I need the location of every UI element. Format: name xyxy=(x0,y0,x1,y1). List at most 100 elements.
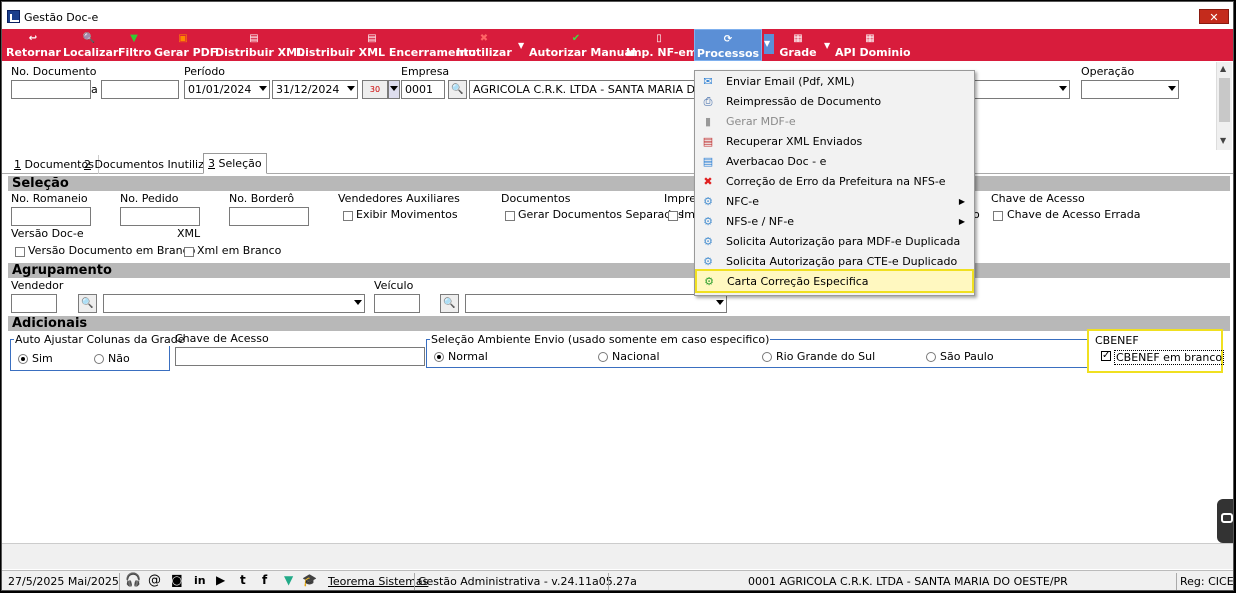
no-bordero-input[interactable] xyxy=(229,207,309,226)
headset-icon[interactable]: 🎧 xyxy=(125,573,141,588)
inutilizar-button[interactable]: ✖ Inutilizar xyxy=(454,29,514,61)
calendar-icon[interactable]: 30 xyxy=(362,80,388,99)
menu-item-averbacao[interactable]: ▤ Averbacao Doc - e xyxy=(696,152,973,172)
localizar-button[interactable]: 🔍 Localizar xyxy=(63,29,118,61)
side-panel-toggle[interactable] xyxy=(1217,499,1233,543)
logo-icon: ▼ xyxy=(284,573,294,587)
no-documento-start-input[interactable] xyxy=(11,80,91,99)
processos-dropdown-icon[interactable]: ▼ xyxy=(764,34,774,54)
xml-branco-checkbox[interactable] xyxy=(184,247,194,257)
search-icon[interactable]: 🔍 xyxy=(78,294,97,313)
vendedor-select[interactable] xyxy=(103,294,365,313)
impre-checkbox[interactable] xyxy=(668,211,678,221)
filter-panel: No. Documento a Período 01/01/2024 31/12… xyxy=(2,62,1218,150)
search-icon[interactable]: 🔍 xyxy=(448,80,467,99)
no-romaneio-label: No. Romaneio xyxy=(11,192,88,205)
xml-icon: ▤ xyxy=(367,33,377,44)
graduation-icon[interactable]: 🎓 xyxy=(302,573,317,587)
veiculo-label: Veículo xyxy=(374,279,414,292)
empresa-code-input[interactable]: 0001 xyxy=(401,80,445,99)
tab-selecao[interactable]: 3 Seleção xyxy=(203,153,267,174)
imp-nf-em-button[interactable]: ▯ Imp. NF-em xyxy=(626,29,697,61)
no-documento-end-input[interactable] xyxy=(101,80,179,99)
chave-acesso-input[interactable] xyxy=(175,347,425,366)
status-reg: Reg: CICERO xyxy=(1180,575,1234,588)
gear-icon: ⚙ xyxy=(704,275,714,288)
close-button[interactable]: ✕ xyxy=(1199,9,1229,24)
menu-item-correcao-erro[interactable]: ✖ Correção de Erro da Prefeitura na NFS-e xyxy=(696,172,973,192)
gerar-pdf-button[interactable]: ▣ Gerar PDF xyxy=(154,29,217,61)
ambiente-normal-radio[interactable] xyxy=(434,352,444,362)
exibir-movimentos-checkbox[interactable] xyxy=(343,211,353,221)
operacao-label: Operação xyxy=(1081,65,1135,78)
filtro-button[interactable]: ▼ Filtro xyxy=(118,29,151,61)
vendedor-code-input[interactable] xyxy=(11,294,57,313)
instagram-icon[interactable]: ◙ xyxy=(171,573,183,587)
autorizar-manual-button[interactable]: ✔ Autorizar Manual xyxy=(529,29,636,61)
grade-dropdown-icon[interactable]: ▼ xyxy=(824,41,830,50)
range-separator: a xyxy=(91,83,98,96)
auto-sim-radio[interactable] xyxy=(18,354,28,364)
periodo-start-input[interactable]: 01/01/2024 xyxy=(184,80,270,99)
chave-errada-label: Chave de Acesso Errada xyxy=(1007,208,1141,221)
menu-item-nfce[interactable]: ⚙ NFC-e ▶ xyxy=(696,192,973,212)
menu-item-nfse-nfe[interactable]: ⚙ NFS-e / NF-e ▶ xyxy=(696,212,973,232)
app-icon xyxy=(7,10,20,23)
distribuir-xml-button[interactable]: ▤ Distribuir XML xyxy=(215,29,304,61)
email-icon[interactable]: @ xyxy=(148,573,161,588)
menu-item-gerar-mdfe[interactable]: ▮ Gerar MDF-e xyxy=(696,112,973,132)
youtube-icon[interactable]: ▶ xyxy=(216,573,225,587)
periodo-end-input[interactable]: 31/12/2024 xyxy=(272,80,358,99)
ambiente-nacional-radio[interactable] xyxy=(598,352,608,362)
cbenef-highlight: CBENEF ✓ CBENEF em branco xyxy=(1087,329,1225,373)
status-empresa: 0001 AGRICOLA C.R.K. LTDA - SANTA MARIA … xyxy=(748,575,1068,588)
operacao-select[interactable] xyxy=(1081,80,1179,99)
menu-item-carta-correcao[interactable]: ⚙ Carta Correção Especifica xyxy=(695,269,974,293)
email-icon: ✉ xyxy=(703,75,713,88)
vendedor-label: Vendedor xyxy=(11,279,64,292)
cbenef-checkbox[interactable]: ✓ xyxy=(1101,351,1111,361)
twitter-icon[interactable]: t xyxy=(240,573,246,587)
filter-select[interactable] xyxy=(974,80,1070,99)
menu-item-recuperar-xml[interactable]: ▤ Recuperar XML Enviados xyxy=(696,132,973,152)
window-title: Gestão Doc-e xyxy=(24,11,99,24)
impre-option-label: Im xyxy=(681,208,695,221)
document-icon: ▮ xyxy=(704,115,712,128)
filter-scrollbar[interactable]: ▲ ▼ xyxy=(1216,62,1232,150)
document-icon: ▯ xyxy=(656,33,662,44)
calendar-dropdown-icon[interactable] xyxy=(388,80,400,99)
ambiente-group: Seleção Ambiente Envio (usado somente em… xyxy=(426,333,1088,368)
menu-item-solicita-mdfe[interactable]: ⚙ Solicita Autorização para MDF-e Duplica… xyxy=(696,232,973,252)
veiculo-select[interactable] xyxy=(465,294,727,313)
facebook-icon[interactable]: f xyxy=(262,573,267,587)
main-window: Gestão Doc-e ✕ ↩ Retornar 🔍 Localizar ▼ Fil… xyxy=(1,1,1234,591)
title-bar: Gestão Doc-e ✕ xyxy=(2,2,1233,29)
pdf-icon: ▣ xyxy=(178,33,188,44)
api-dominio-button[interactable]: ▦ API Dominio xyxy=(835,29,911,61)
search-icon[interactable]: 🔍 xyxy=(440,294,459,313)
tab-bar: 1 Documentos 2 Documentos Inutilizados 3… xyxy=(2,152,1233,174)
submenu-arrow-icon: ▶ xyxy=(958,197,965,206)
menu-item-enviar-email[interactable]: ✉ Enviar Email (Pdf, XML) xyxy=(696,72,973,92)
gerar-separados-checkbox[interactable] xyxy=(505,211,515,221)
linkedin-icon[interactable]: in xyxy=(194,574,206,587)
versao-branco-checkbox[interactable] xyxy=(15,247,25,257)
distribuir-xml-encerramento-button[interactable]: ▤ Distribuir XML Encerramento xyxy=(296,29,476,61)
no-pedido-input[interactable] xyxy=(120,207,200,226)
veiculo-code-input[interactable] xyxy=(374,294,420,313)
chave-errada-checkbox[interactable] xyxy=(993,211,1003,221)
exibir-movimentos-label: Exibir Movimentos xyxy=(356,208,458,221)
versao-branco-label: Versão Documento em Branco xyxy=(28,244,196,257)
auto-nao-radio[interactable] xyxy=(94,354,104,364)
submenu-arrow-icon: ▶ xyxy=(958,217,965,226)
menu-item-reimpressao[interactable]: ⎙ Reimpressão de Documento xyxy=(696,92,973,112)
ambiente-sp-radio[interactable] xyxy=(926,352,936,362)
cbenef-label: CBENEF xyxy=(1095,334,1139,347)
empresa-name-input[interactable]: AGRICOLA C.R.K. LTDA - SANTA MARIA DO OE… xyxy=(469,80,695,99)
retornar-button[interactable]: ↩ Retornar xyxy=(6,29,61,61)
grade-button[interactable]: ▦ Grade xyxy=(778,29,818,61)
ambiente-rs-radio[interactable] xyxy=(762,352,772,362)
processos-button[interactable]: ⟳ Processos xyxy=(694,29,762,61)
no-romaneio-input[interactable] xyxy=(11,207,91,226)
inutilizar-dropdown-icon[interactable]: ▼ xyxy=(518,41,524,50)
